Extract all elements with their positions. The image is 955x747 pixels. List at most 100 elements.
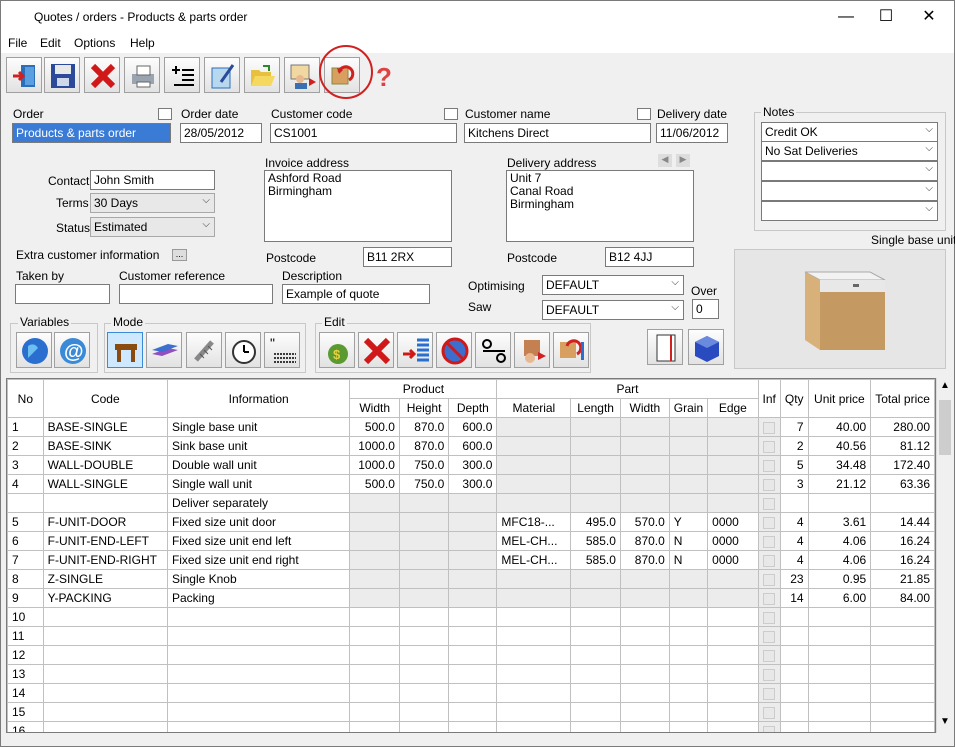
cell-mat[interactable]: MEL-CH... [496, 531, 572, 551]
cell-h[interactable] [398, 664, 450, 684]
cell-mat[interactable] [496, 474, 572, 494]
info-checkbox[interactable] [762, 497, 775, 510]
cell-total[interactable]: 172.40 [870, 455, 935, 475]
cell-qty[interactable]: 2 [779, 436, 809, 456]
cell-mat[interactable] [496, 645, 572, 665]
cell-total[interactable]: 81.12 [870, 436, 935, 456]
cell-unit[interactable] [807, 702, 872, 722]
cell-qty[interactable]: 23 [779, 569, 809, 589]
cell-pw[interactable] [619, 683, 670, 703]
notes-select-4[interactable]: ⌵ [761, 181, 938, 201]
table-row[interactable]: 15 [7, 702, 935, 722]
cell-w[interactable] [349, 531, 400, 551]
cell-total[interactable]: 84.00 [870, 588, 935, 608]
cell-unit[interactable] [807, 607, 872, 627]
cell-d[interactable]: 300.0 [448, 455, 498, 475]
cell-grain[interactable] [668, 493, 709, 513]
customer-code-lookup-icon[interactable] [444, 108, 458, 120]
cell-total[interactable] [870, 607, 935, 627]
globe-variables-button[interactable] [16, 332, 52, 368]
cell-mat[interactable] [496, 436, 572, 456]
info-checkbox[interactable] [762, 725, 775, 732]
cell-edge[interactable] [707, 569, 759, 589]
cell-code[interactable]: F-UNIT-DOOR [42, 512, 168, 532]
parts-mode-button[interactable] [146, 332, 182, 368]
cell-info[interactable]: Packing [166, 588, 351, 608]
optimising-select[interactable]: DEFAULT ⌵ [542, 275, 684, 295]
cell-edge[interactable] [707, 455, 759, 475]
header-grain[interactable]: Grain [668, 398, 709, 418]
info-checkbox[interactable] [762, 706, 775, 719]
cell-unit[interactable]: 40.56 [807, 436, 872, 456]
edit-book-button[interactable] [204, 57, 240, 93]
cell-mat[interactable] [496, 455, 572, 475]
cell-edge[interactable] [707, 417, 759, 437]
cell-no[interactable]: 12 [7, 645, 44, 665]
notes-select-1[interactable]: Credit OK ⌵ [761, 122, 938, 142]
cell-len[interactable]: 585.0 [570, 531, 621, 551]
status-select[interactable]: Estimated ⌵ [90, 217, 215, 237]
cell-grain[interactable]: N [668, 550, 709, 570]
cell-h[interactable] [398, 569, 450, 589]
header-no[interactable]: No [7, 379, 44, 418]
cell-grain[interactable] [668, 569, 709, 589]
cell-unit[interactable]: 3.61 [807, 512, 872, 532]
cell-info[interactable] [166, 626, 351, 646]
header-information[interactable]: Information [166, 379, 351, 418]
cell-pw[interactable]: 870.0 [619, 550, 670, 570]
cell-edge[interactable] [707, 683, 759, 703]
cell-pw[interactable] [619, 493, 670, 513]
cell-len[interactable] [570, 588, 621, 608]
table-row[interactable]: 7 F-UNIT-END-RIGHT Fixed size unit end rig… [7, 550, 935, 570]
cell-qty[interactable] [779, 607, 809, 627]
customer-name-field[interactable]: Kitchens Direct [464, 123, 651, 143]
cell-grain[interactable] [668, 417, 709, 437]
cell-inf[interactable] [757, 493, 781, 513]
cell-edge[interactable] [707, 721, 759, 732]
cell-h[interactable] [398, 645, 450, 665]
cell-total[interactable] [870, 493, 935, 513]
help-button[interactable]: ? [364, 57, 400, 93]
cell-h[interactable] [398, 683, 450, 703]
menu-options[interactable]: Options [74, 36, 115, 50]
cell-h[interactable]: 750.0 [398, 455, 450, 475]
cell-h[interactable] [398, 531, 450, 551]
cell-edge[interactable] [707, 626, 759, 646]
cell-d[interactable] [448, 550, 498, 570]
description-field[interactable]: Example of quote [282, 284, 430, 304]
list-button[interactable] [164, 57, 200, 93]
cell-no[interactable]: 4 [7, 474, 44, 494]
cell-d[interactable] [448, 588, 498, 608]
cell-qty[interactable]: 4 [779, 512, 809, 532]
contact-field[interactable]: John Smith [90, 170, 215, 190]
save-button[interactable] [44, 57, 80, 93]
cell-h[interactable] [398, 721, 450, 732]
cell-edge[interactable]: 0000 [707, 550, 759, 570]
cell-inf[interactable] [757, 721, 781, 732]
cell-len[interactable]: 495.0 [570, 512, 621, 532]
cell-qty[interactable]: 3 [779, 474, 809, 494]
cell-h[interactable] [398, 512, 450, 532]
cell-inf[interactable] [757, 664, 781, 684]
cell-unit[interactable]: 6.00 [807, 588, 872, 608]
cell-pw[interactable] [619, 645, 670, 665]
cell-d[interactable] [448, 607, 498, 627]
edit-customer-button[interactable] [514, 332, 550, 368]
cell-code[interactable] [42, 493, 168, 513]
cell-info[interactable] [166, 645, 351, 665]
cell-mat[interactable] [496, 626, 572, 646]
document-button[interactable] [647, 329, 683, 365]
cell-inf[interactable] [757, 531, 781, 551]
saw-select[interactable]: DEFAULT ⌵ [542, 300, 684, 320]
cell-edge[interactable] [707, 474, 759, 494]
cell-mat[interactable] [496, 588, 572, 608]
invoice-address-field[interactable]: Ashford Road Birmingham [264, 170, 452, 242]
cell-info[interactable]: Single base unit [166, 417, 351, 437]
taken-by-field[interactable] [15, 284, 110, 304]
cell-info[interactable] [166, 607, 351, 627]
cell-code[interactable]: WALL-DOUBLE [42, 455, 168, 475]
cell-inf[interactable] [757, 588, 781, 608]
cell-no[interactable]: 16 [7, 721, 44, 732]
3d-view-button[interactable] [688, 329, 724, 365]
cell-qty[interactable] [779, 683, 809, 703]
